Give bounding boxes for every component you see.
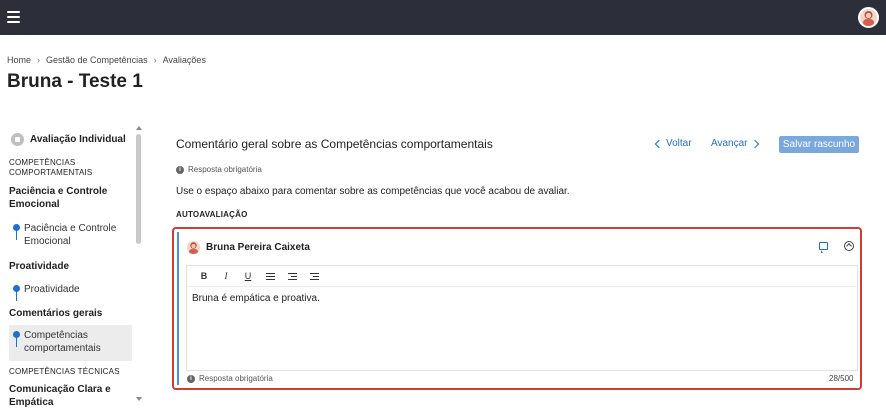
card-required-label: Resposta obrigatória xyxy=(199,374,273,383)
indent-button[interactable] xyxy=(303,266,325,287)
outdent-button[interactable] xyxy=(281,266,303,287)
underline-button[interactable]: U xyxy=(237,266,259,287)
comment-author: Bruna Pereira Caixeta xyxy=(187,241,310,254)
author-avatar xyxy=(187,241,200,254)
sidebar-item-paciencia[interactable]: Paciência e Controle Emocional xyxy=(9,222,132,248)
next-button[interactable]: Avançar xyxy=(711,138,759,149)
sidebar-scrollbar[interactable] xyxy=(136,134,141,244)
back-label: Voltar xyxy=(666,138,692,149)
info-icon: i xyxy=(176,165,184,174)
character-counter: 28/500 xyxy=(829,374,854,383)
evaluation-icon xyxy=(11,133,24,146)
sidebar-item-proatividade[interactable]: Proatividade xyxy=(9,283,132,301)
sidebar-header: Avaliação Individual xyxy=(11,133,126,146)
breadcrumb: Home › Gestão de Competências › Avaliaçõ… xyxy=(7,55,206,65)
progress-pin-icon xyxy=(13,224,20,240)
chevron-right-icon: › xyxy=(153,55,157,65)
bold-button[interactable]: B xyxy=(193,266,215,287)
progress-pin-icon xyxy=(13,285,20,301)
breadcrumb-avaliacoes[interactable]: Avaliações xyxy=(163,55,206,65)
sidebar-item-label: Competências comportamentais xyxy=(24,330,101,354)
sidebar-category-tecnicas: COMPETÊNCIAS TÉCNICAS xyxy=(9,367,120,376)
self-evaluation-label: AUTOAVALIAÇÃO xyxy=(176,210,248,219)
editor-content[interactable]: Bruna é empática e proativa. xyxy=(187,287,857,310)
chevron-left-icon xyxy=(654,139,664,148)
chevron-right-icon: › xyxy=(37,55,41,65)
chevron-right-icon xyxy=(750,139,759,148)
top-bar xyxy=(0,0,886,35)
back-button[interactable]: Voltar xyxy=(654,138,692,149)
comment-card-body: Bruna Pereira Caixeta B I U Bruna é empá… xyxy=(177,232,858,385)
scroll-down-icon[interactable] xyxy=(136,397,142,401)
sidebar-group-proatividade[interactable]: Proatividade xyxy=(9,260,134,273)
italic-button[interactable]: I xyxy=(215,266,237,287)
page-title: Bruna - Teste 1 xyxy=(7,71,143,92)
hamburger-icon[interactable] xyxy=(7,11,20,23)
breadcrumb-home[interactable]: Home xyxy=(7,55,31,65)
user-avatar[interactable] xyxy=(858,7,879,28)
indent-icon xyxy=(309,272,319,280)
sidebar: Avaliação Individual COMPETÊNCIAS COMPOR… xyxy=(0,126,146,414)
section-description: Use o espaço abaixo para comentar sobre … xyxy=(176,186,570,197)
required-note: i Resposta obrigatória xyxy=(176,165,262,174)
required-note-label: Resposta obrigatória xyxy=(188,165,262,174)
comment-icon[interactable] xyxy=(819,242,828,253)
progress-pin-icon xyxy=(13,331,20,347)
rich-text-editor[interactable]: B I U Bruna é empática e proativa. xyxy=(186,265,858,371)
next-label: Avançar xyxy=(711,138,748,149)
sidebar-category-comportamentais: COMPETÊNCIAS COMPORTAMENTAIS xyxy=(9,158,93,177)
scroll-up-icon[interactable] xyxy=(136,126,142,130)
sidebar-item-label: Paciência e Controle Emocional xyxy=(24,223,117,247)
editor-toolbar: B I U xyxy=(187,266,857,287)
card-required-note: i Resposta obrigatória xyxy=(187,374,273,383)
sidebar-item-comentarios[interactable]: Competências comportamentais xyxy=(9,325,132,361)
sidebar-group-paciencia[interactable]: Paciência e Controle Emocional xyxy=(9,185,134,211)
collapse-icon[interactable] xyxy=(844,241,854,251)
author-name: Bruna Pereira Caixeta xyxy=(206,242,310,253)
outdent-icon xyxy=(287,272,297,280)
save-draft-button[interactable]: Salvar rascunho xyxy=(779,136,859,153)
section-title: Comentário geral sobre as Competências c… xyxy=(176,137,493,151)
bullet-list-icon xyxy=(265,272,275,280)
breadcrumb-gestao[interactable]: Gestão de Competências xyxy=(46,55,148,65)
comment-card: Bruna Pereira Caixeta B I U Bruna é empá… xyxy=(172,227,862,390)
sidebar-group-comunicacao[interactable]: Comunicação Clara e Empática xyxy=(9,383,134,409)
bullet-list-button[interactable] xyxy=(259,266,281,287)
sidebar-item-label: Proatividade xyxy=(24,284,80,295)
info-icon: i xyxy=(187,374,195,383)
sidebar-header-label: Avaliação Individual xyxy=(30,134,126,145)
sidebar-group-comentarios[interactable]: Comentários gerais xyxy=(9,307,134,320)
